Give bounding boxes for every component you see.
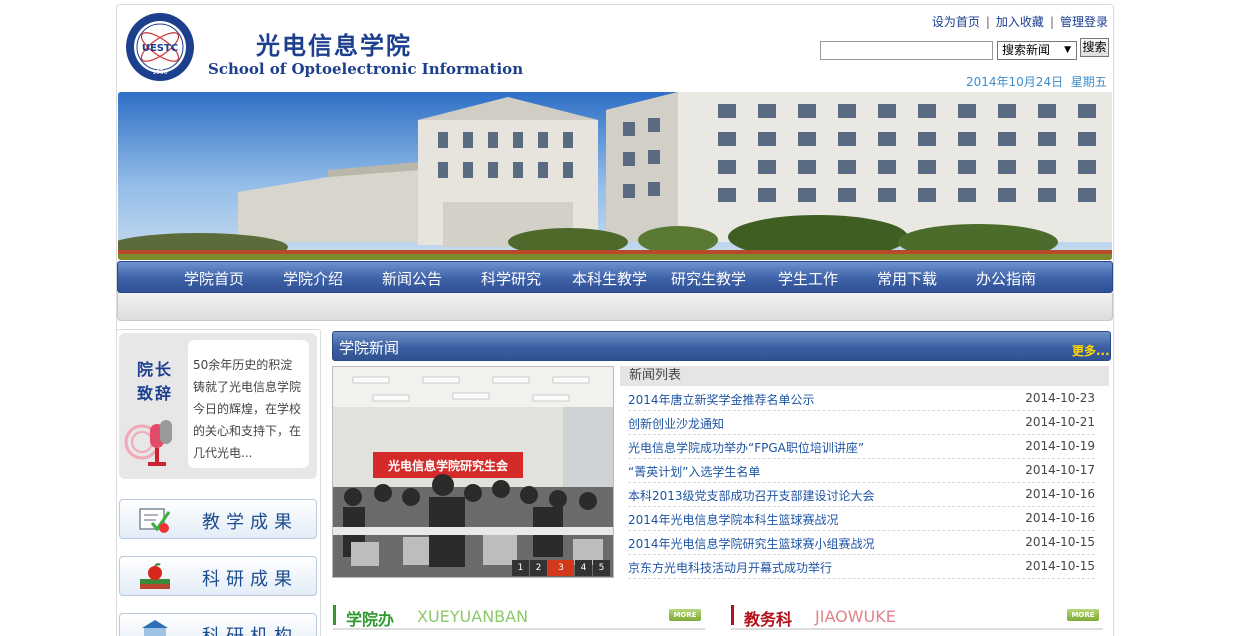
news-item-title[interactable]: “菁英计划”入选学生名单 [628, 463, 760, 480]
pager-dot-5[interactable]: 5 [593, 560, 610, 576]
sub-nav-bar [117, 293, 1113, 321]
pager-dot-1[interactable]: 1 [512, 560, 529, 576]
research-institutes-label: 科研机构 [202, 622, 298, 636]
nav-research[interactable]: 科学研究 [481, 268, 541, 289]
main-nav: 学院首页 学院介绍 新闻公告 科学研究 本科生教学 研究生教学 学生工作 常用下… [117, 261, 1113, 293]
news-item: 京东方光电科技活动月开幕式成功举行 2014-10-15 [628, 555, 1095, 579]
link-separator: | [1049, 15, 1054, 29]
news-list-header: 新闻列表 [620, 366, 1109, 386]
weekday-text: 星期五 [1070, 75, 1107, 89]
section-marker [731, 605, 734, 625]
news-item-title[interactable]: 创新创业沙龙通知 [628, 415, 724, 432]
news-item-title[interactable]: 2014年唐立新奖学金推荐名单公示 [628, 391, 815, 408]
top-links: 设为首页 | 加入收藏 | 管理登录 [932, 13, 1108, 30]
nav-graduate[interactable]: 研究生教学 [671, 268, 746, 289]
section-college-office: 学院办 XUEYUANBAN MORE [333, 604, 705, 630]
section-title-en: JIAOWUKE [815, 607, 896, 626]
pager-dot-3[interactable]: 3 [548, 560, 574, 576]
section-academic-affairs: 教务科 JIAOWUKE MORE [731, 604, 1103, 630]
research-icon [142, 620, 168, 636]
news-item: 2014年光电信息学院本科生篮球赛战况 2014-10-16 [628, 507, 1095, 531]
section-title-cn: 学院办 [346, 610, 395, 629]
news-item-date: 2014-10-15 [1025, 559, 1095, 573]
campus-banner-image [118, 92, 1112, 260]
news-item-title[interactable]: 京东方光电科技活动月开幕式成功举行 [628, 559, 832, 576]
section-more-button[interactable]: MORE [669, 609, 701, 621]
apple-book-icon [140, 563, 170, 589]
news-item: 本科2013级党支部成功召开支部建设讨论大会 2014-10-16 [628, 483, 1095, 507]
news-item: 光电信息学院成功举办“FPGA职位培训讲座” 2014-10-19 [628, 435, 1095, 459]
news-more-link[interactable]: 更多... [1072, 342, 1110, 359]
news-item-title[interactable]: 2014年光电信息学院本科生篮球赛战况 [628, 511, 839, 528]
section-marker [333, 605, 336, 625]
news-item: “菁英计划”入选学生名单 2014-10-17 [628, 459, 1095, 483]
microphone-icon [124, 420, 172, 466]
dean-label-line2: 致辞 [136, 384, 173, 403]
section-more-button[interactable]: MORE [1067, 609, 1099, 621]
pager-dot-2[interactable]: 2 [530, 560, 547, 576]
news-panel-title: 学院新闻 [339, 339, 400, 357]
news-item-title[interactable]: 本科2013级党支部成功召开支部建设讨论大会 [628, 487, 875, 504]
teaching-achievements-label: 教学成果 [202, 512, 298, 533]
research-achievements-label: 科研成果 [202, 569, 298, 590]
link-separator: | [985, 15, 990, 29]
news-item-date: 2014-10-17 [1025, 463, 1095, 477]
logo-year: 1956 [152, 69, 167, 76]
nav-undergrad[interactable]: 本科生教学 [572, 268, 647, 289]
news-item: 创新创业沙龙通知 2014-10-21 [628, 411, 1095, 435]
news-item: 2014年光电信息学院研究生篮球赛小组赛战况 2014-10-15 [628, 531, 1095, 555]
nav-office-guide[interactable]: 办公指南 [976, 268, 1036, 289]
logo-text: UESTC [142, 43, 178, 54]
section-title-en: XUEYUANBAN [417, 607, 529, 626]
research-institutes-button[interactable]: 科研机构 [119, 613, 317, 636]
campus-building-illustration [118, 92, 1112, 260]
certificate-icon [139, 508, 171, 533]
news-photo-slide[interactable]: 光电信息学院研究生会 [332, 366, 614, 578]
university-seal-icon[interactable]: UESTC 1956 [125, 12, 195, 82]
research-achievements-button[interactable]: 科研成果 [119, 556, 317, 596]
search-input[interactable] [820, 41, 993, 60]
news-item-date: 2014-10-19 [1025, 439, 1095, 453]
add-favorite-link[interactable]: 加入收藏 [996, 15, 1044, 29]
current-date: 2014年10月24日 星期五 [966, 73, 1107, 90]
nav-about[interactable]: 学院介绍 [283, 268, 343, 289]
dean-label-line1: 院长 [136, 360, 173, 379]
section-title-cn: 教务科 [744, 610, 793, 629]
site-title-cn: 光电信息学院 [256, 31, 412, 60]
news-panel-header [332, 331, 1111, 361]
search-button[interactable]: 搜索 [1080, 38, 1109, 57]
classroom-photo: 光电信息学院研究生会 [333, 367, 613, 577]
news-item-date: 2014-10-15 [1025, 535, 1095, 549]
nav-student-affairs[interactable]: 学生工作 [778, 268, 838, 289]
search-type-value: 搜索新闻 [1002, 43, 1051, 57]
teaching-achievements-button[interactable]: 教学成果 [119, 499, 317, 539]
news-item: 2014年唐立新奖学金推荐名单公示 2014-10-23 [628, 387, 1095, 411]
nav-home[interactable]: 学院首页 [184, 268, 244, 289]
set-homepage-link[interactable]: 设为首页 [932, 15, 980, 29]
pager-dot-4[interactable]: 4 [575, 560, 592, 576]
chevron-down-icon: ▼ [1064, 45, 1071, 55]
dean-message-label: 院长 致辞 [133, 358, 177, 406]
date-text: 2014年10月24日 [966, 75, 1064, 89]
news-item-date: 2014-10-23 [1025, 391, 1095, 405]
news-item-date: 2014-10-21 [1025, 415, 1095, 429]
photo-banner-text: 光电信息学院研究生会 [387, 458, 509, 473]
nav-downloads[interactable]: 常用下载 [877, 268, 937, 289]
news-item-date: 2014-10-16 [1025, 511, 1095, 525]
news-item-title[interactable]: 2014年光电信息学院研究生篮球赛小组赛战况 [628, 535, 875, 552]
dean-message-text: 50余年历史的积淀铸就了光电信息学院今日的辉煌，在学校的关心和支持下，在几代光电… [188, 340, 309, 468]
nav-news[interactable]: 新闻公告 [382, 268, 442, 289]
search-type-select[interactable]: 搜索新闻 ▼ [997, 41, 1077, 60]
news-item-date: 2014-10-16 [1025, 487, 1095, 501]
admin-login-link[interactable]: 管理登录 [1060, 15, 1108, 29]
news-item-title[interactable]: 光电信息学院成功举办“FPGA职位培训讲座” [628, 439, 864, 456]
site-title-en: School of Optoelectronic Information [208, 60, 524, 78]
